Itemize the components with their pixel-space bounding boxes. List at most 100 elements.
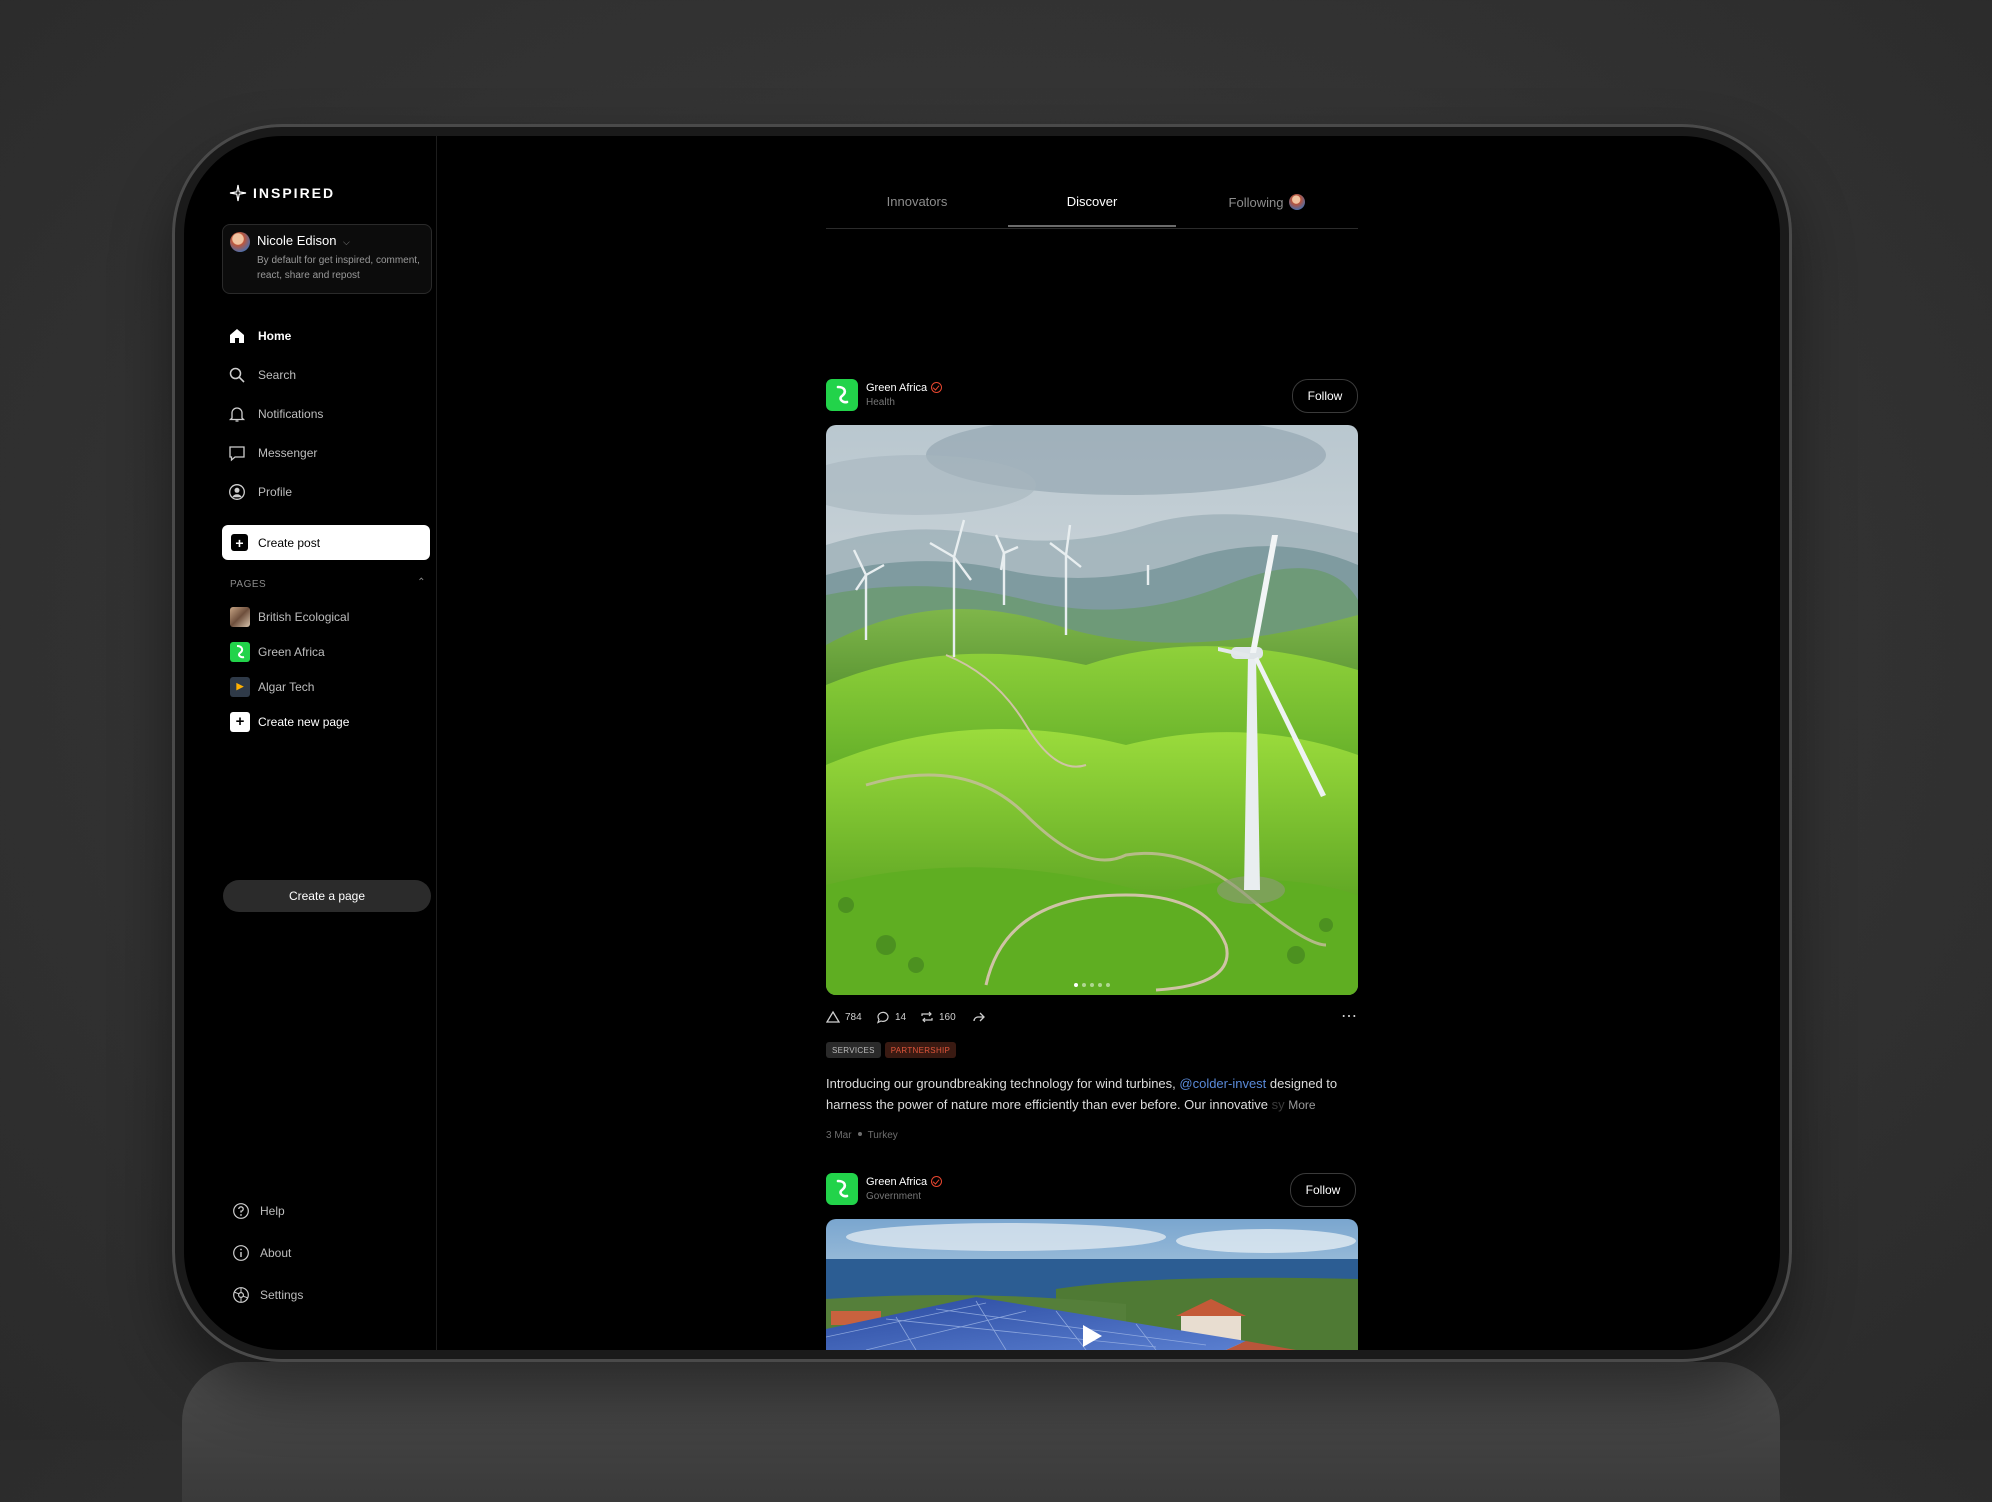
nav-item-label: Profile [258,484,293,499]
carousel-dot[interactable] [1106,983,1110,987]
plus-icon: + [231,534,248,551]
green-africa-logo-icon [230,641,250,662]
post-meta: 3 Mar Turkey [826,1130,898,1141]
page-item-green-africa[interactable]: Green Africa [230,634,349,669]
nav-item-help[interactable]: Help [232,1190,303,1232]
carousel-dot[interactable] [1074,983,1078,987]
post-date: 3 Mar [826,1130,852,1141]
user-description: By default for get inspired, comment, re… [257,255,420,281]
nav-item-profile[interactable]: Profile [228,472,323,511]
post-image-wind-turbines[interactable] [826,425,1358,995]
create-page-button[interactable]: Create a page [223,880,431,912]
share-button[interactable] [972,1010,986,1024]
brand-name: INSPIRED [253,185,336,201]
account-switcher[interactable]: Nicole Edison ⌵ By default for get inspi… [222,224,432,294]
like-button[interactable]: 784 [826,1010,862,1024]
pages-section-title: PAGES [230,579,267,590]
bottom-nav: Help About Settings [232,1190,303,1316]
user-name: Nicole Edison [257,233,337,248]
post-actions: 784 14 160 ⋯ [826,1008,1358,1028]
sparkle-logo-icon [229,184,247,202]
brand-logo[interactable]: INSPIRED [229,184,335,202]
post-location: Turkey [867,1130,898,1141]
post-author[interactable]: Green Africa [866,382,943,394]
settings-icon [233,1287,249,1303]
page-item-label: Green Africa [258,644,325,659]
nav-item-label: About [260,1246,292,1260]
pages-section-header[interactable]: PAGES ⌃ [230,577,426,590]
share-icon [973,1012,985,1022]
author-name: Green Africa [866,1176,928,1188]
avatar [230,232,250,252]
carousel-dot[interactable] [1090,983,1094,987]
page-item-label: British Ecological [258,609,350,624]
nav-item-label: Search [258,367,297,382]
page-item-british-ecological[interactable]: British Ecological [230,599,349,634]
post-tags: SERVICES PARTNERSHIP [826,1042,957,1058]
follow-button[interactable]: Follow [1292,379,1358,413]
mention-link[interactable]: @colder-invest [1179,1076,1266,1091]
nav-item-notifications[interactable]: Notifications [228,394,323,433]
create-new-page-item[interactable]: + Create new page [230,704,349,739]
post-video-solar-panels[interactable] [826,1219,1358,1350]
tag-badge[interactable]: SERVICES [826,1042,881,1058]
repost-count: 160 [939,1011,956,1023]
search-icon [229,367,245,383]
post-header: Green Africa Health Follow [826,379,1358,413]
more-options-icon[interactable]: ⋯ [1341,1006,1358,1026]
plus-icon: + [230,711,250,732]
carousel-dot[interactable] [1082,983,1086,987]
like-count: 784 [845,1011,862,1023]
pages-list: British Ecological Green Africa ▶ Algar … [230,599,349,739]
page-item-label: Algar Tech [258,679,315,694]
follow-button[interactable]: Follow [1290,1173,1356,1207]
green-africa-logo-icon[interactable] [826,1173,858,1205]
green-africa-logo-icon[interactable] [826,379,858,411]
post-author[interactable]: Green Africa [866,1176,943,1188]
verified-icon [931,1176,943,1187]
nav-item-search[interactable]: Search [228,355,323,394]
page-item-algar-tech[interactable]: ▶ Algar Tech [230,669,349,704]
tab-discover[interactable]: Discover [1008,194,1176,209]
nav-item-settings[interactable]: Settings [232,1274,303,1316]
algar-tech-logo-icon: ▶ [230,676,250,697]
post-body: Introducing our groundbreaking technolog… [826,1073,1358,1116]
post-header: Green Africa Government Follow [826,1173,1358,1207]
page-item-label: Create new page [258,714,350,729]
more-link[interactable]: More [1288,1098,1315,1112]
nav-item-messenger[interactable]: Messenger [228,433,323,472]
carousel-dots[interactable] [1074,983,1110,987]
chevron-up-icon: ⌃ [417,577,426,588]
nav-item-label: Home [258,328,292,343]
carousel-dot[interactable] [1098,983,1102,987]
tab-innovators[interactable]: Innovators [826,194,1008,209]
nav-item-about[interactable]: About [232,1232,303,1274]
nav-item-label: Help [260,1204,285,1218]
profile-icon [229,483,245,500]
separator-dot [857,1132,862,1136]
avatar [1289,194,1306,210]
tablet-device: INSPIRED Nicole Edison ⌵ By default for … [172,124,1792,1362]
repost-icon [921,1011,933,1023]
home-icon [230,328,244,343]
comment-icon [876,1011,889,1024]
author-name: Green Africa [866,382,928,394]
british-ecological-logo-icon [230,606,250,627]
info-icon [233,1245,249,1261]
nav-item-home[interactable]: Home [228,316,323,355]
repost-button[interactable]: 160 [920,1010,956,1024]
comment-count: 14 [895,1011,907,1023]
triangle-like-icon [826,1010,840,1023]
post-text-faded: sy [1271,1097,1285,1112]
sidebar: INSPIRED Nicole Edison ⌵ By default for … [184,136,437,1350]
tab-following[interactable]: Following [1176,194,1358,210]
play-icon[interactable] [1080,1323,1104,1349]
chat-icon [229,445,245,461]
comment-button[interactable]: 14 [876,1010,906,1024]
screen: INSPIRED Nicole Edison ⌵ By default for … [184,136,1780,1350]
tag-badge[interactable]: PARTNERSHIP [884,1042,957,1058]
bell-icon [228,406,246,422]
create-post-button[interactable]: + Create post [222,525,430,560]
chevron-down-icon: ⌵ [343,237,350,247]
post-category: Health [866,397,895,408]
